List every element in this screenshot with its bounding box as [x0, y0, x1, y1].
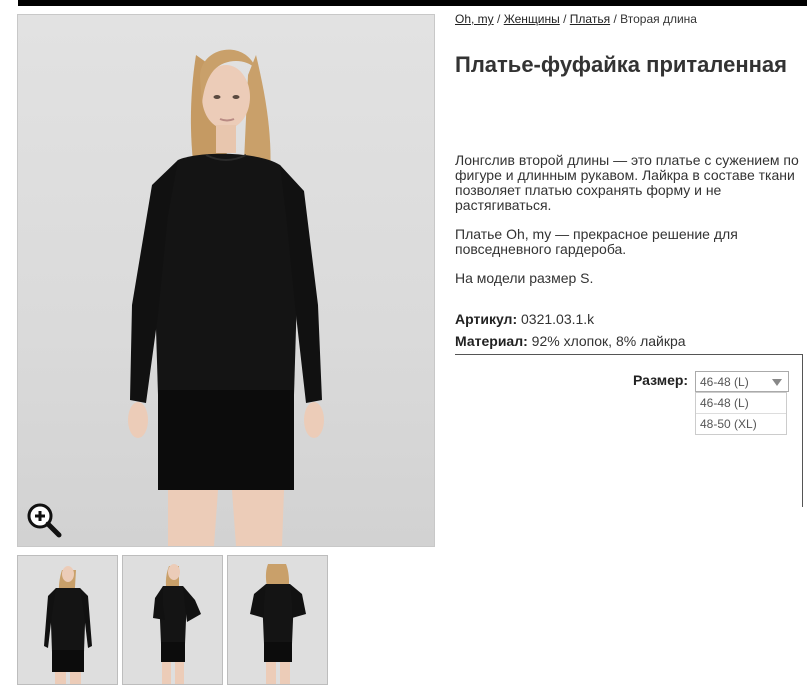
breadcrumb-link-women[interactable]: Женщины [504, 12, 560, 26]
breadcrumb-link-dresses[interactable]: Платья [570, 12, 610, 26]
main-product-photo[interactable] [17, 14, 435, 547]
breadcrumb-current: Вторая длина [620, 12, 697, 26]
size-select-value: 46-48 (L) [700, 375, 749, 389]
thumbnail-back[interactable] [227, 555, 328, 685]
top-rule [18, 0, 807, 6]
product-description: Лонгслив второй длины — это платье с суж… [455, 152, 799, 213]
thumbnail-front[interactable] [17, 555, 118, 685]
material-row: Материал: 92% хлопок, 8% лайкра [455, 333, 686, 349]
material-label: Материал: [455, 333, 528, 349]
breadcrumb: Oh, my / Женщины / Платья / Вторая длина [455, 12, 697, 26]
model-illustration [128, 49, 324, 546]
size-option-l[interactable]: 46-48 (L) [696, 393, 786, 413]
sku-row: Артикул: 0321.03.1.k [455, 311, 594, 327]
size-option-xl[interactable]: 48-50 (XL) [696, 413, 786, 434]
size-dropdown-list: 46-48 (L) 48-50 (XL) [695, 392, 787, 435]
size-select[interactable]: 46-48 (L) [695, 371, 789, 392]
chevron-down-icon [772, 379, 782, 386]
model-size-note: На модели размер S. [455, 270, 594, 286]
material-value: 92% хлопок, 8% лайкра [531, 333, 686, 349]
sku-label: Артикул: [455, 311, 518, 327]
sku-value: 0321.03.1.k [521, 311, 595, 327]
breadcrumb-link-brand[interactable]: Oh, my [455, 12, 494, 26]
thumbnail-side[interactable] [122, 555, 223, 685]
zoom-in-icon[interactable] [26, 502, 62, 538]
breadcrumb-separator: / [497, 12, 501, 26]
product-title: Платье-фуфайка приталенная [455, 52, 787, 77]
breadcrumb-separator: / [563, 12, 567, 26]
size-label: Размер: [633, 372, 689, 388]
breadcrumb-separator: / [613, 12, 617, 26]
product-description: Платье Oh, my — прекрасное решение для п… [455, 226, 738, 257]
